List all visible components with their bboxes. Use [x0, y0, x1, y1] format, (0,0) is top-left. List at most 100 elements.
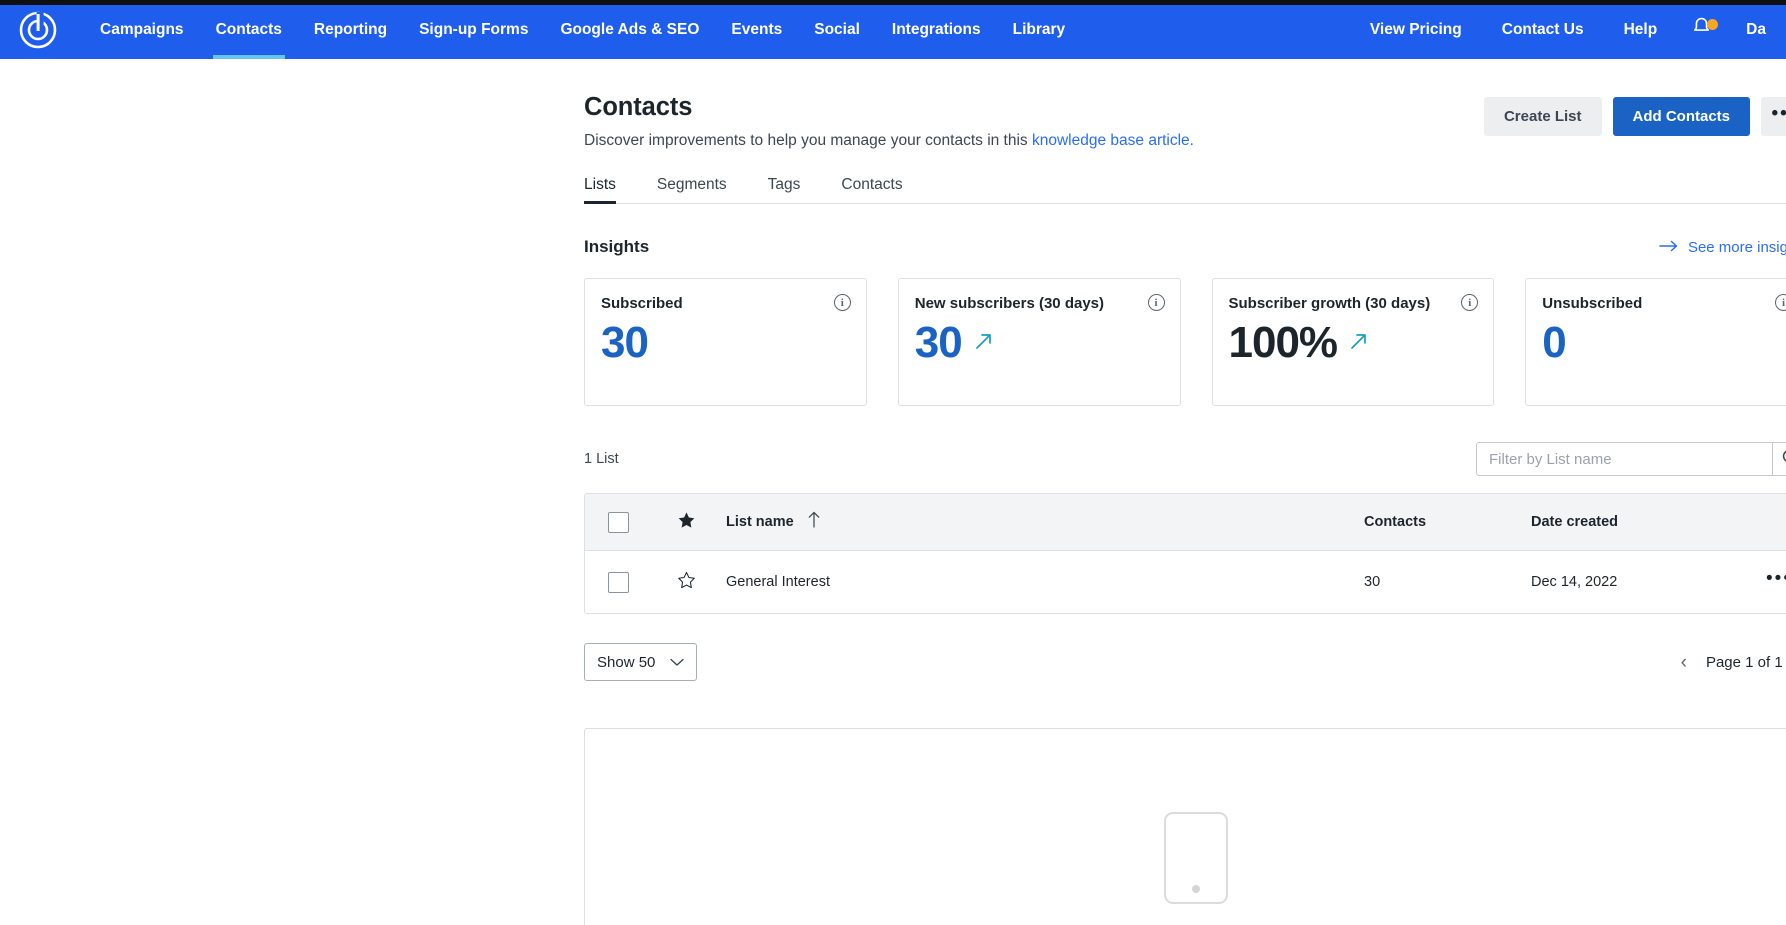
mobile-phone-icon	[1164, 812, 1228, 904]
knowledge-base-link[interactable]: knowledge base article.	[1032, 132, 1194, 149]
list-name-column-label: List name	[726, 514, 794, 530]
row-select-checkbox[interactable]	[608, 572, 629, 593]
nav-item-campaigns[interactable]: Campaigns	[84, 0, 200, 59]
tab-lists[interactable]: Lists	[584, 176, 616, 203]
search-button[interactable]	[1772, 443, 1786, 475]
prev-page-button[interactable]: ‹	[1681, 653, 1687, 672]
row-select-cell	[585, 572, 651, 593]
insight-card-label: Unsubscribed	[1542, 295, 1786, 312]
chevron-down-icon	[670, 654, 684, 671]
secondary-nav-items: View Pricing Contact Us Help Da	[1350, 0, 1786, 59]
header-overflow-menu-button[interactable]: •••	[1761, 97, 1786, 136]
insight-card-value: 30	[915, 320, 962, 366]
list-count-label: 1 List	[584, 451, 619, 467]
insight-card-value-row: 30	[915, 320, 1164, 366]
insight-card-subscribed: Subscribed i 30	[584, 278, 867, 406]
nav-item-help[interactable]: Help	[1604, 0, 1678, 59]
add-contacts-button[interactable]: Add Contacts	[1613, 97, 1751, 136]
list-name-column-header[interactable]: List name	[721, 511, 1364, 533]
page-size-label: Show 50	[597, 654, 655, 671]
insight-card-value: 100%	[1229, 320, 1338, 366]
trend-up-icon	[1347, 329, 1371, 357]
arrow-right-icon	[1659, 239, 1679, 256]
content-inner: Contacts Discover improvements to help y…	[584, 59, 1786, 925]
bottom-placeholder-panel	[584, 728, 1786, 925]
insight-card-label: New subscribers (30 days)	[915, 295, 1164, 312]
nav-item-account[interactable]: Da	[1726, 0, 1786, 59]
insight-card-value-row: 0	[1542, 320, 1786, 366]
row-list-name-label: General Interest	[726, 574, 830, 590]
insight-card-label: Subscribed	[601, 295, 850, 312]
row-date-created: Dec 14, 2022	[1531, 574, 1751, 590]
select-all-cell	[585, 512, 651, 533]
tab-tags[interactable]: Tags	[768, 176, 801, 203]
tab-segments[interactable]: Segments	[657, 176, 727, 203]
header-spacer-cell	[1751, 519, 1786, 526]
nav-item-signup-forms[interactable]: Sign-up Forms	[403, 0, 544, 59]
primary-nav-items: Campaigns Contacts Reporting Sign-up For…	[84, 0, 1081, 59]
nav-item-social[interactable]: Social	[798, 0, 876, 59]
trend-up-icon	[972, 329, 996, 357]
pagination: ‹ Page 1 of 1 ›	[1681, 653, 1786, 672]
select-all-checkbox[interactable]	[608, 512, 629, 533]
create-list-button[interactable]: Create List	[1484, 97, 1602, 136]
top-navigation-bar: Campaigns Contacts Reporting Sign-up For…	[0, 0, 1786, 59]
notification-badge-dot	[1707, 19, 1718, 30]
nav-item-integrations[interactable]: Integrations	[876, 0, 997, 59]
nav-item-reporting[interactable]: Reporting	[298, 0, 403, 59]
nav-item-contacts[interactable]: Contacts	[200, 0, 298, 59]
arrow-up-icon	[807, 511, 821, 533]
page-header: Contacts Discover improvements to help y…	[584, 59, 1786, 150]
page-title: Contacts	[584, 93, 1484, 122]
insight-card-unsubscribed: Unsubscribed i 0	[1525, 278, 1786, 406]
constant-contact-logo-icon[interactable]	[16, 8, 60, 52]
insights-title: Insights	[584, 237, 649, 257]
row-favorite-toggle[interactable]	[651, 571, 721, 594]
contacts-column-header[interactable]: Contacts	[1364, 514, 1531, 530]
star-filled-icon	[677, 511, 696, 534]
row-list-name-cell[interactable]: General Interest	[721, 574, 1364, 590]
info-icon[interactable]: i	[1148, 294, 1165, 311]
page-subtitle: Discover improvements to help you manage…	[584, 132, 1484, 150]
table-row[interactable]: General Interest 30 Dec 14, 2022 •••	[585, 551, 1786, 613]
page-header-actions: Create List Add Contacts •••	[1484, 93, 1786, 136]
star-outline-icon	[677, 571, 696, 594]
page-size-select[interactable]: Show 50	[584, 643, 697, 681]
insight-card-label: Subscriber growth (30 days)	[1229, 295, 1478, 312]
see-more-insights-link[interactable]: See more insights	[1659, 239, 1786, 256]
nav-item-events[interactable]: Events	[715, 0, 798, 59]
page-body: Contacts Discover improvements to help y…	[0, 59, 1786, 925]
row-overflow-menu-button[interactable]: •••	[1751, 568, 1786, 597]
info-icon[interactable]: i	[1775, 294, 1786, 311]
nav-item-google-ads-seo[interactable]: Google Ads & SEO	[544, 0, 715, 59]
tab-contacts[interactable]: Contacts	[841, 176, 902, 203]
row-contacts-count: 30	[1364, 574, 1531, 590]
insight-card-value-row: 30	[601, 320, 850, 366]
insights-header: Insights See more insights	[584, 237, 1786, 257]
contacts-tab-bar: Lists Segments Tags Contacts	[584, 171, 1786, 204]
nav-item-contact-us[interactable]: Contact Us	[1482, 0, 1604, 59]
page-header-text: Contacts Discover improvements to help y…	[584, 93, 1484, 150]
list-toolbar: 1 List	[584, 442, 1786, 476]
info-icon[interactable]: i	[834, 294, 851, 311]
insight-card-value: 30	[601, 320, 648, 366]
page-subtitle-text: Discover improvements to help you manage…	[584, 132, 1032, 149]
table-header-row: List name Contacts Date created	[585, 494, 1786, 551]
content-container: Contacts Discover improvements to help y…	[281, 59, 1505, 925]
page-indicator-label: Page 1 of 1	[1706, 654, 1783, 671]
nav-item-library[interactable]: Library	[997, 0, 1082, 59]
insight-card-new-subscribers: New subscribers (30 days) i 30	[898, 278, 1181, 406]
insight-card-subscriber-growth: Subscriber growth (30 days) i 100%	[1212, 278, 1495, 406]
lists-table: List name Contacts Date created	[584, 493, 1786, 614]
insight-cards: Subscribed i 30 New subscribers (30 days…	[584, 278, 1786, 406]
browser-chrome-strip	[0, 0, 1786, 5]
favorite-column-header[interactable]	[651, 511, 721, 534]
filter-list-group	[1476, 442, 1786, 476]
date-created-column-header[interactable]: Date created	[1531, 514, 1751, 530]
notifications-button[interactable]	[1677, 16, 1726, 43]
search-icon	[1781, 448, 1786, 470]
table-footer-controls: Show 50 ‹ Page 1 of 1 ›	[584, 643, 1786, 681]
see-more-insights-label: See more insights	[1688, 239, 1786, 256]
nav-item-view-pricing[interactable]: View Pricing	[1350, 0, 1482, 59]
search-input[interactable]	[1477, 443, 1772, 475]
